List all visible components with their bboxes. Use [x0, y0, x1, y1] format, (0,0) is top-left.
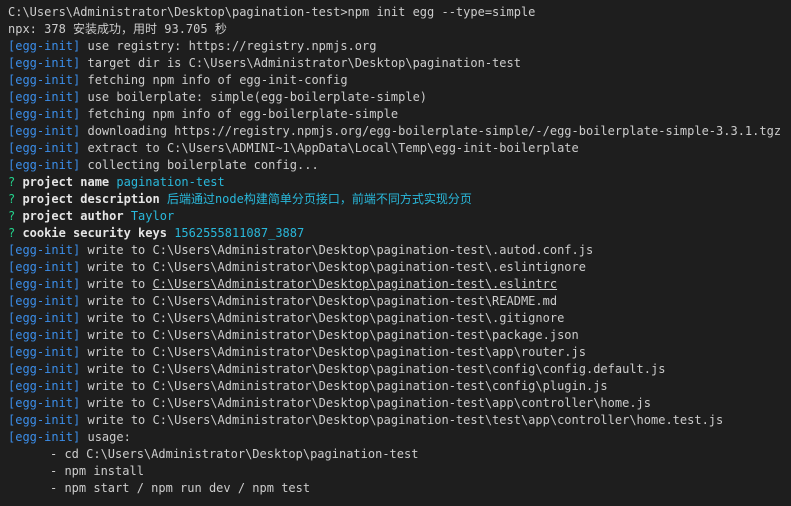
- log-text: write to: [80, 277, 153, 291]
- log-prefix: [egg-init]: [8, 413, 81, 427]
- prompt-answer: 后端通过node构建简单分页接口，前端不同方式实现分页: [166, 192, 472, 206]
- log-text: write to C:\Users\Administrator\Desktop\…: [80, 396, 651, 410]
- log-text: use boilerplate: simple(egg-boilerplate-…: [80, 90, 428, 104]
- log-text: write to C:\Users\Administrator\Desktop\…: [80, 345, 586, 359]
- log-text: write to C:\Users\Administrator\Desktop\…: [80, 328, 579, 342]
- terminal-line: [egg-init] use boilerplate: simple(egg-b…: [8, 89, 791, 106]
- terminal-line: [egg-init] write to C:\Users\Administrat…: [8, 395, 791, 412]
- terminal-line: [egg-init] collecting boilerplate config…: [8, 157, 791, 174]
- usage-step: - cd C:\Users\Administrator\Desktop\pagi…: [50, 447, 419, 461]
- command-text: npx: 378 安装成功，用时 93.705 秒: [8, 22, 227, 36]
- usage-step: - npm install: [50, 464, 144, 478]
- log-prefix: [egg-init]: [8, 107, 81, 121]
- command-text: C:\Users\Administrator\Desktop\paginatio…: [8, 5, 536, 19]
- terminal-line: [egg-init] downloading https://registry.…: [8, 123, 791, 140]
- log-text: usage:: [80, 430, 131, 444]
- terminal-line: [egg-init] write to C:\Users\Administrat…: [8, 327, 791, 344]
- prompt-answer: 1562555811087_3887: [174, 226, 305, 240]
- log-text: target dir is C:\Users\Administrator\Des…: [80, 56, 521, 70]
- terminal-line: [egg-init] use registry: https://registr…: [8, 38, 791, 55]
- terminal-line: [egg-init] write to C:\Users\Administrat…: [8, 276, 791, 293]
- terminal-line: [egg-init] write to C:\Users\Administrat…: [8, 310, 791, 327]
- log-text: downloading https://registry.npmjs.org/e…: [80, 124, 782, 138]
- terminal-line: ? project name pagination-test: [8, 174, 791, 191]
- log-text: write to C:\Users\Administrator\Desktop\…: [80, 243, 594, 257]
- log-prefix: [egg-init]: [8, 362, 81, 376]
- terminal-line: [egg-init] extract to C:\Users\ADMINI~1\…: [8, 140, 791, 157]
- terminal-line: ? project description 后端通过node构建简单分页接口，前…: [8, 191, 791, 208]
- terminal-line: [egg-init] write to C:\Users\Administrat…: [8, 242, 791, 259]
- log-text: collecting boilerplate config...: [80, 158, 319, 172]
- log-prefix: [egg-init]: [8, 260, 81, 274]
- log-text: write to C:\Users\Administrator\Desktop\…: [80, 311, 565, 325]
- terminal-line: C:\Users\Administrator\Desktop\paginatio…: [8, 4, 791, 21]
- terminal-line: [egg-init] usage:: [8, 429, 791, 446]
- file-path-link[interactable]: C:\Users\Administrator\Desktop\paginatio…: [153, 277, 558, 291]
- log-prefix: [egg-init]: [8, 379, 81, 393]
- prompt-label: project author: [15, 209, 131, 223]
- log-text: write to C:\Users\Administrator\Desktop\…: [80, 379, 608, 393]
- log-prefix: [egg-init]: [8, 345, 81, 359]
- prompt-label: cookie security keys: [15, 226, 175, 240]
- log-prefix: [egg-init]: [8, 73, 81, 87]
- terminal-line: npx: 378 安装成功，用时 93.705 秒: [8, 21, 791, 38]
- terminal-line: - npm install: [8, 463, 791, 480]
- log-prefix: [egg-init]: [8, 277, 81, 291]
- log-prefix: [egg-init]: [8, 311, 81, 325]
- log-prefix: [egg-init]: [8, 158, 81, 172]
- log-text: extract to C:\Users\ADMINI~1\AppData\Loc…: [80, 141, 579, 155]
- prompt-answer: pagination-test: [116, 175, 225, 189]
- log-prefix: [egg-init]: [8, 430, 81, 444]
- log-text: write to C:\Users\Administrator\Desktop\…: [80, 413, 724, 427]
- terminal-line: [egg-init] write to C:\Users\Administrat…: [8, 412, 791, 429]
- terminal-line: [egg-init] write to C:\Users\Administrat…: [8, 259, 791, 276]
- log-prefix: [egg-init]: [8, 243, 81, 257]
- log-text: use registry: https://registry.npmjs.org: [80, 39, 377, 53]
- log-prefix: [egg-init]: [8, 56, 81, 70]
- terminal-line: [egg-init] target dir is C:\Users\Admini…: [8, 55, 791, 72]
- log-prefix: [egg-init]: [8, 90, 81, 104]
- log-prefix: [egg-init]: [8, 141, 81, 155]
- log-text: write to C:\Users\Administrator\Desktop\…: [80, 260, 586, 274]
- terminal-line: [egg-init] write to C:\Users\Administrat…: [8, 344, 791, 361]
- prompt-answer: Taylor: [130, 209, 175, 223]
- terminal-line: [egg-init] fetching npm info of egg-init…: [8, 72, 791, 89]
- log-prefix: [egg-init]: [8, 396, 81, 410]
- terminal-line: - npm start / npm run dev / npm test: [8, 480, 791, 497]
- log-text: fetching npm info of egg-boilerplate-sim…: [80, 107, 399, 121]
- prompt-label: project description: [15, 192, 167, 206]
- terminal-line: ? project author Taylor: [8, 208, 791, 225]
- terminal-output[interactable]: C:\Users\Administrator\Desktop\paginatio…: [0, 0, 791, 506]
- log-prefix: [egg-init]: [8, 294, 81, 308]
- log-prefix: [egg-init]: [8, 328, 81, 342]
- terminal-line: ? cookie security keys 1562555811087_388…: [8, 225, 791, 242]
- log-prefix: [egg-init]: [8, 124, 81, 138]
- terminal-line: [egg-init] fetching npm info of egg-boil…: [8, 106, 791, 123]
- terminal-line: [egg-init] write to C:\Users\Administrat…: [8, 361, 791, 378]
- log-prefix: [egg-init]: [8, 39, 81, 53]
- terminal-line: - cd C:\Users\Administrator\Desktop\pagi…: [8, 446, 791, 463]
- log-text: write to C:\Users\Administrator\Desktop\…: [80, 294, 558, 308]
- log-text: fetching npm info of egg-init-config: [80, 73, 348, 87]
- terminal-line: [egg-init] write to C:\Users\Administrat…: [8, 293, 791, 310]
- usage-step: - npm start / npm run dev / npm test: [50, 481, 311, 495]
- prompt-label: project name: [15, 175, 117, 189]
- log-text: write to C:\Users\Administrator\Desktop\…: [80, 362, 666, 376]
- terminal-line: [egg-init] write to C:\Users\Administrat…: [8, 378, 791, 395]
